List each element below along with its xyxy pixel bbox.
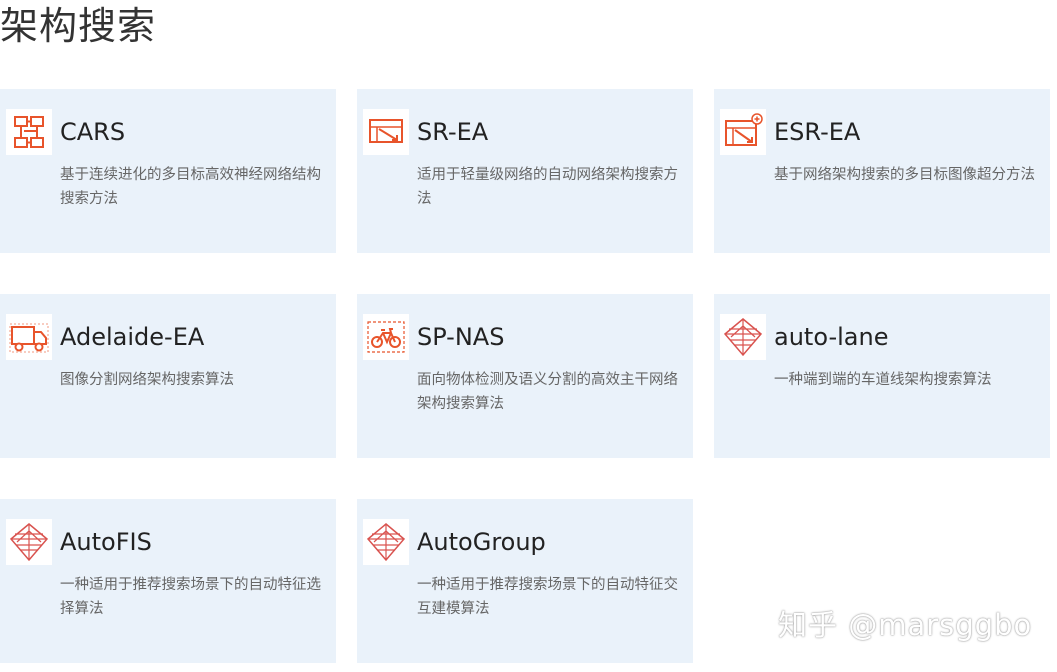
card-description: 一种端到端的车道线架构搜索算法 (774, 372, 992, 388)
algorithm-card-esr-ea[interactable]: ESR-EA 基于网络架构搜索的多目标图像超分方法 (714, 89, 1050, 253)
algorithm-card-cars[interactable]: CARS 基于连续进化的多目标高效神经网络结构搜索方法 (0, 89, 336, 253)
card-description: 基于连续进化的多目标高效神经网络结构搜索方法 (60, 167, 321, 207)
truck-icon (6, 314, 52, 360)
algorithm-card-adelaide-ea[interactable]: Adelaide-EA 图像分割网络架构搜索算法 (0, 294, 336, 458)
bicycle-icon (363, 314, 409, 360)
card-title: CARS (60, 118, 126, 146)
card-description: 图像分割网络架构搜索算法 (60, 372, 234, 388)
algorithm-card-sp-nas[interactable]: SP-NAS 面向物体检测及语义分割的高效主干网络架构搜索算法 (357, 294, 693, 458)
image-upscale-icon (720, 109, 766, 155)
algorithm-card-auto-lane[interactable]: auto-lane 一种端到端的车道线架构搜索算法 (714, 294, 1050, 458)
card-title: SP-NAS (417, 323, 505, 351)
image-grid-icon (363, 109, 409, 155)
card-description: 一种适用于推荐搜索场景下的自动特征交互建模算法 (417, 577, 678, 617)
card-title: Adelaide-EA (60, 323, 205, 351)
algorithm-card-sr-ea[interactable]: SR-EA 适用于轻量级网络的自动网络架构搜索方法 (357, 89, 693, 253)
page-title: 架构搜索 (0, 4, 157, 48)
card-title: SR-EA (417, 118, 489, 146)
algorithm-card-autogroup[interactable]: AutoGroup 一种适用于推荐搜索场景下的自动特征交互建模算法 (357, 499, 693, 663)
lane-icon (363, 519, 409, 565)
flowchart-icon (6, 109, 52, 155)
lane-icon (6, 519, 52, 565)
card-description: 适用于轻量级网络的自动网络架构搜索方法 (417, 167, 678, 207)
algorithm-card-autofis[interactable]: AutoFIS 一种适用于推荐搜索场景下的自动特征选择算法 (0, 499, 336, 663)
card-title: ESR-EA (774, 118, 861, 146)
card-title: auto-lane (774, 323, 889, 351)
lane-icon (720, 314, 766, 360)
card-title: AutoFIS (60, 528, 152, 556)
card-description: 面向物体检测及语义分割的高效主干网络架构搜索算法 (417, 372, 678, 412)
card-description: 一种适用于推荐搜索场景下的自动特征选择算法 (60, 577, 321, 617)
card-description: 基于网络架构搜索的多目标图像超分方法 (774, 167, 1035, 183)
card-title: AutoGroup (417, 528, 546, 556)
watermark: 知乎 @marsggbo (778, 608, 1033, 642)
